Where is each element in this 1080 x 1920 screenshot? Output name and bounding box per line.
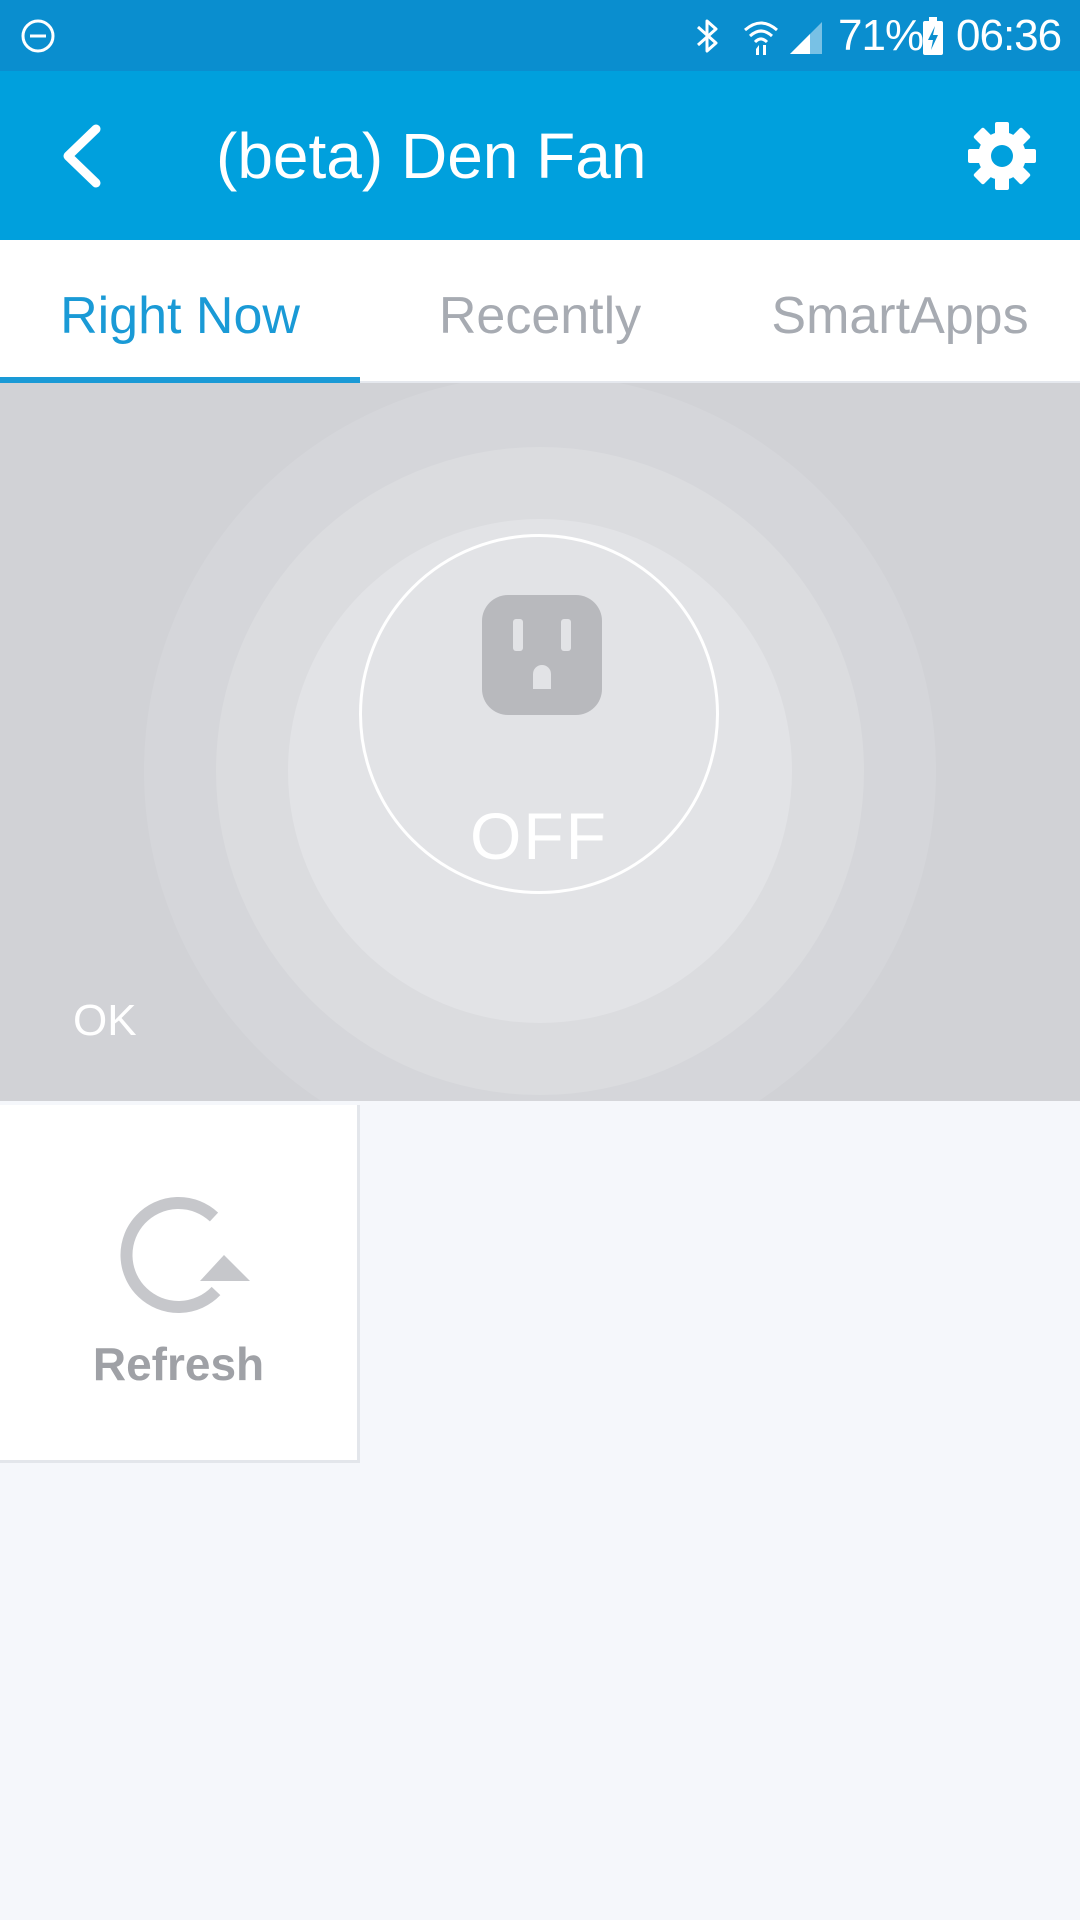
tab-recently-label: Recently (438, 287, 642, 345)
refresh-label: Refresh (92, 1338, 265, 1390)
tab-right-now[interactable]: Right Now (0, 240, 360, 383)
tab-right-now-label: Right Now (60, 287, 300, 345)
settings-button[interactable] (962, 116, 1042, 196)
bluetooth-icon (697, 19, 718, 53)
tab-smartapps[interactable]: SmartApps (720, 240, 1080, 381)
cellular-signal-icon (790, 22, 822, 54)
tab-smartapps-label: SmartApps (771, 287, 1029, 345)
battery-percent: 71% (838, 11, 924, 60)
device-tile: OFF OK (0, 383, 1080, 1101)
device-status-label: OK (73, 996, 137, 1045)
do-not-disturb-icon (21, 19, 55, 53)
refresh-button[interactable]: Refresh (0, 1105, 360, 1463)
wifi-icon (744, 21, 778, 55)
power-state-label: OFF (470, 799, 608, 873)
status-bar: 71% 06:36 (0, 0, 1080, 71)
power-toggle-button[interactable]: OFF (359, 534, 719, 894)
tab-recently[interactable]: Recently (360, 240, 720, 381)
outlet-icon (482, 595, 602, 715)
app-bar: (beta) Den Fan (0, 71, 1080, 240)
clock: 06:36 (956, 11, 1062, 60)
refresh-icon (120, 1197, 250, 1313)
tab-bar: Right Now Recently SmartApps (0, 240, 1080, 383)
chevron-left-icon (63, 124, 101, 188)
page-title: (beta) Den Fan (216, 120, 647, 192)
gear-icon (968, 122, 1036, 190)
battery-charging-icon (923, 17, 943, 55)
back-button[interactable] (44, 111, 134, 201)
app-screen: 71% 06:36 (beta) Den Fan Right Now Recen… (0, 0, 1080, 1920)
